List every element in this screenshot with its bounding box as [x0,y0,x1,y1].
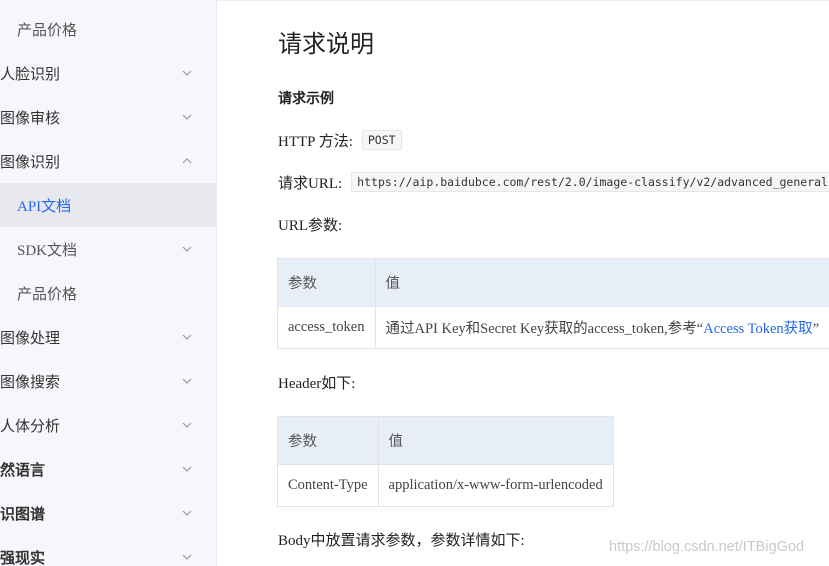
table-header-cell: 值 [377,416,614,465]
sidebar-item-label: 图像处理 [0,330,61,347]
sidebar-item-api-docs[interactable]: API文档 [0,183,216,227]
table-header-row: 参数 值 [277,416,614,465]
sidebar-item-image-processing[interactable]: 图像处理 [0,315,216,359]
table-cell-param: Content-Type [277,464,379,507]
chevron-down-icon [181,419,193,431]
table-header-cell: 参数 [277,416,379,465]
request-url-row: 请求URL: https://aip.baidubce.com/rest/2.0… [278,171,829,193]
sidebar-item-label: 图像识别 [0,154,61,171]
body-label: Body中放置请求参数，参数详情如下: [278,528,525,550]
sidebar-item-image-audit[interactable]: 图像审核 [0,95,216,139]
header-label: Header如下: [278,371,355,393]
chevron-down-icon [181,375,193,387]
sidebar-item-face-recognition[interactable]: 人脸识别 [0,51,216,95]
table-cell-value: application/x-www-form-urlencoded [377,464,614,507]
sidebar-item-pricing-2[interactable]: 产品价格 [0,271,216,315]
sidebar-item-sdk-docs[interactable]: SDK文档 [0,227,216,271]
header-table: 参数 值 Content-Type application/x-www-form… [277,416,614,507]
sidebar-item-body-analysis[interactable]: 人体分析 [0,403,216,447]
http-method-row: HTTP 方法: POST [278,129,402,151]
sidebar-item-label: 然语言 [0,462,46,479]
table-header-cell: 参数 [277,258,376,307]
value-prefix: 通过API Key和Secret Key获取的access_token,参考“ [385,321,704,337]
request-url-label: 请求URL: [278,175,343,192]
sidebar-item-label: 图像审核 [0,110,61,127]
sidebar-item-ar[interactable]: 强现实 [0,535,216,566]
url-params-text: URL参数: [278,217,343,234]
table-cell-value: 通过API Key和Secret Key获取的access_token,参考“A… [374,306,829,349]
header-label-text: Header如下: [278,375,356,392]
table-header-row: 参数 值 [277,258,829,307]
url-params-label: URL参数: [278,213,342,235]
sidebar-nav: 产品价格 人脸识别 图像审核 图像识别 API文档 SDK文档 产品价格 图像处… [0,0,217,566]
sidebar-item-label: 人体分析 [0,418,61,435]
chevron-down-icon [181,111,193,123]
doc-content: 请求说明 请求示例 HTTP 方法: POST 请求URL: https://a… [217,0,829,566]
chevron-down-icon [181,507,193,519]
sidebar-item-knowledge-graph[interactable]: 识图谱 [0,491,216,535]
chevron-up-icon [181,155,193,167]
sidebar-item-label: SDK文档 [17,242,78,259]
sidebar-item-label: 产品价格 [17,286,78,303]
body-label-text: Body中放置请求参数，参数详情如下: [278,532,525,549]
url-params-table: 参数 值 access_token 通过API Key和Secret Key获取… [277,258,829,349]
sidebar-item-label: 人脸识别 [0,66,61,83]
chevron-down-icon [181,551,193,563]
chevron-down-icon [181,67,193,79]
sidebar-item-nlp[interactable]: 然语言 [0,447,216,491]
sidebar-item-image-search[interactable]: 图像搜索 [0,359,216,403]
sidebar-item-label: 图像搜索 [0,374,61,391]
page-title: 请求说明 [278,30,374,58]
sidebar-item-label: 识图谱 [0,506,46,523]
access-token-link[interactable]: Access Token获取 [703,321,812,337]
table-row: access_token 通过API Key和Secret Key获取的acce… [277,306,829,349]
section-title: 请求示例 [278,91,334,107]
sidebar-item-image-recognition[interactable]: 图像识别 [0,139,216,183]
table-header-cell: 值 [374,258,829,307]
chevron-down-icon [181,331,193,343]
sidebar-item-pricing[interactable]: 产品价格 [0,7,216,51]
table-row: Content-Type application/x-www-form-urle… [277,464,614,507]
request-url-code: https://aip.baidubce.com/rest/2.0/image-… [351,172,829,192]
http-method-code: POST [361,130,402,150]
watermark: https://blog.csdn.net/ITBigGod [609,539,805,555]
sidebar-item-label: API文档 [17,198,72,215]
chevron-down-icon [181,243,193,255]
chevron-down-icon [181,463,193,475]
sidebar-item-label: 强现实 [0,550,46,566]
sidebar-item-label: 产品价格 [17,22,78,39]
value-suffix: ” [812,321,820,337]
table-cell-param: access_token [277,306,376,349]
http-method-label: HTTP 方法: [278,133,353,150]
